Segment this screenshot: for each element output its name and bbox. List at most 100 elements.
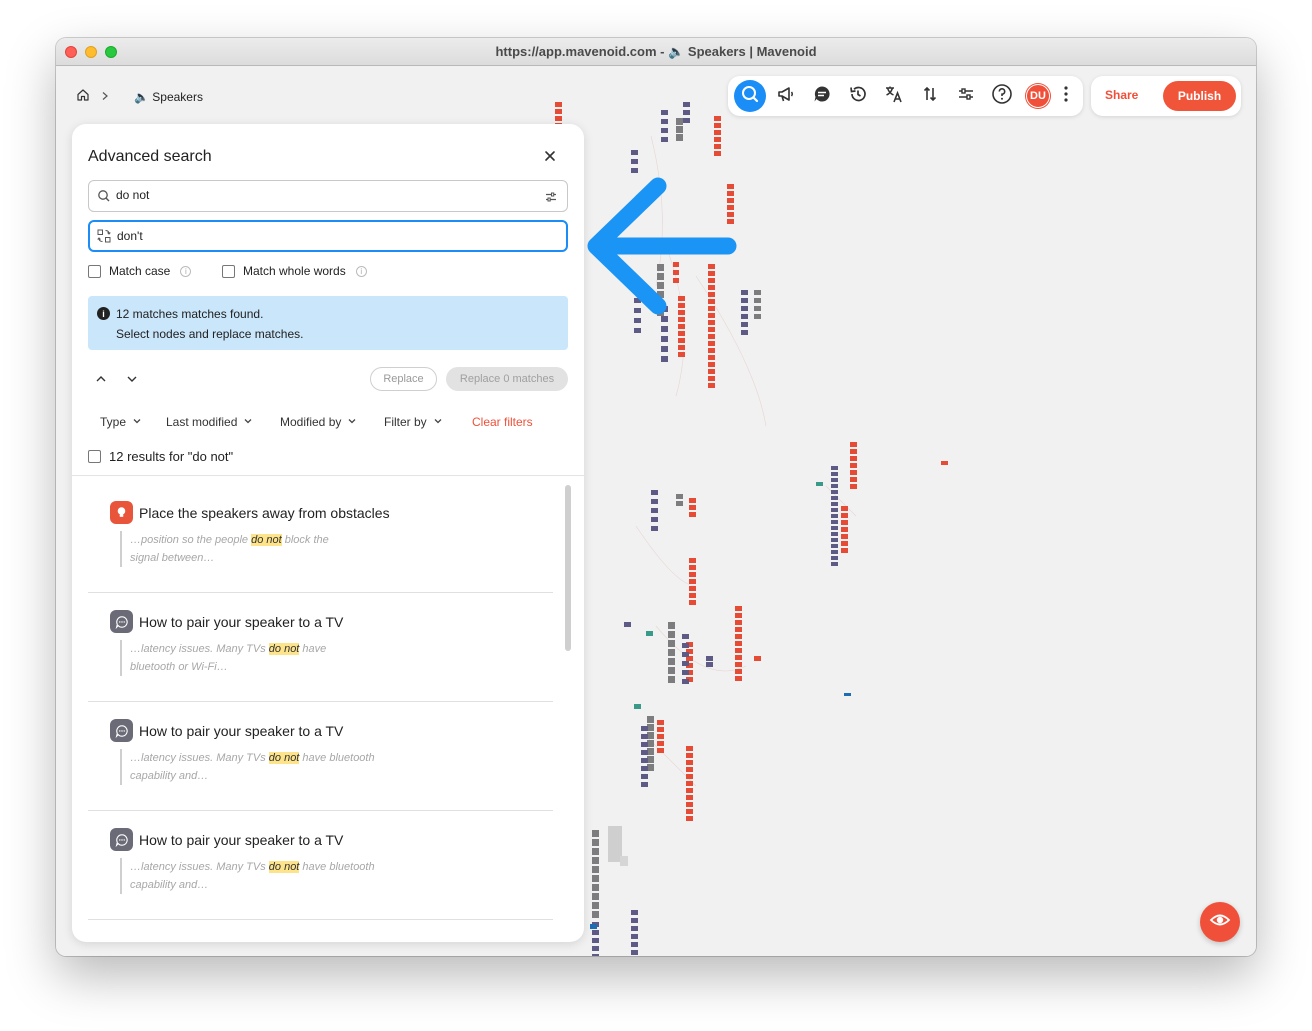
canvas-node[interactable] — [592, 954, 599, 956]
canvas-node[interactable] — [686, 774, 693, 779]
more-options-button[interactable] — [1056, 78, 1076, 114]
canvas-node[interactable] — [850, 463, 857, 468]
previous-match-button[interactable] — [94, 372, 108, 386]
canvas-node[interactable] — [689, 512, 696, 517]
canvas-node[interactable] — [682, 679, 689, 684]
canvas-node[interactable] — [841, 541, 848, 546]
canvas-node[interactable] — [714, 123, 721, 128]
canvas-node[interactable] — [678, 324, 685, 329]
replace-all-button[interactable]: Replace 0 matches — [446, 367, 568, 391]
canvas-node[interactable] — [631, 942, 638, 947]
canvas-node[interactable] — [686, 795, 693, 800]
canvas-node[interactable] — [668, 649, 675, 656]
canvas-node[interactable] — [689, 558, 696, 563]
canvas-node[interactable] — [661, 110, 668, 115]
canvas-node[interactable] — [686, 816, 693, 821]
canvas-node[interactable] — [592, 875, 599, 882]
canvas-node[interactable] — [592, 902, 599, 909]
canvas-node[interactable] — [620, 856, 628, 866]
canvas-node[interactable] — [708, 341, 715, 346]
replace-button[interactable]: Replace — [370, 367, 437, 391]
canvas-node[interactable] — [689, 593, 696, 598]
canvas-node[interactable] — [708, 369, 715, 374]
filter-last-modified[interactable]: Last modified — [166, 415, 253, 429]
canvas-node[interactable] — [631, 934, 638, 939]
canvas-node[interactable] — [657, 734, 664, 739]
canvas-node[interactable] — [631, 910, 638, 915]
canvas-node[interactable] — [941, 461, 948, 465]
user-avatar[interactable]: DU — [1026, 84, 1050, 108]
canvas-node[interactable] — [706, 662, 713, 667]
canvas-node[interactable] — [686, 753, 693, 758]
canvas-node[interactable] — [816, 482, 823, 486]
canvas-node[interactable] — [735, 613, 742, 618]
canvas-node[interactable] — [683, 118, 690, 123]
canvas-node[interactable] — [689, 505, 696, 510]
search-button[interactable] — [734, 80, 766, 112]
info-icon[interactable]: i — [180, 265, 192, 277]
canvas-node[interactable] — [592, 946, 599, 951]
canvas-node[interactable] — [831, 514, 838, 518]
result-item[interactable]: How to pair your speaker to a TV …latency… — [88, 593, 553, 702]
canvas-node[interactable] — [686, 746, 693, 751]
canvas-node[interactable] — [831, 466, 838, 470]
canvas-node[interactable] — [678, 331, 685, 336]
search-field[interactable] — [88, 180, 568, 212]
canvas-node[interactable] — [754, 298, 761, 303]
canvas-node[interactable] — [592, 866, 599, 873]
next-match-button[interactable] — [125, 372, 139, 386]
canvas-node[interactable] — [850, 477, 857, 482]
canvas-node[interactable] — [831, 538, 838, 542]
canvas-node[interactable] — [850, 456, 857, 461]
canvas-node[interactable] — [708, 362, 715, 367]
canvas-node[interactable] — [686, 788, 693, 793]
canvas-node[interactable] — [686, 809, 693, 814]
canvas-node[interactable] — [686, 760, 693, 765]
canvas-node[interactable] — [708, 348, 715, 353]
filter-modified-by[interactable]: Modified by — [280, 415, 357, 429]
select-all-checkbox[interactable] — [88, 450, 101, 463]
canvas-node[interactable] — [631, 150, 638, 155]
canvas-node[interactable] — [641, 750, 648, 755]
canvas-node[interactable] — [641, 742, 648, 747]
publish-button[interactable]: Publish — [1163, 81, 1236, 111]
canvas-node[interactable] — [682, 634, 689, 639]
canvas-node[interactable] — [657, 720, 664, 725]
canvas-node[interactable] — [841, 506, 848, 511]
canvas-node[interactable] — [714, 130, 721, 135]
canvas-node[interactable] — [608, 826, 622, 862]
canvas-node[interactable] — [668, 631, 675, 638]
canvas-node[interactable] — [661, 119, 668, 124]
canvas-node[interactable] — [831, 502, 838, 506]
canvas-node[interactable] — [686, 781, 693, 786]
canvas-node[interactable] — [831, 472, 838, 476]
canvas-node[interactable] — [641, 782, 648, 787]
clear-filters-link[interactable]: Clear filters — [472, 415, 533, 429]
canvas-node[interactable] — [668, 658, 675, 665]
canvas-node[interactable] — [735, 627, 742, 632]
canvas-node[interactable] — [592, 938, 599, 943]
canvas-node[interactable] — [831, 550, 838, 554]
canvas-node[interactable] — [631, 950, 638, 955]
canvas-node[interactable] — [592, 911, 599, 918]
share-button[interactable]: Share — [1105, 88, 1138, 102]
canvas-node[interactable] — [689, 579, 696, 584]
canvas-node[interactable] — [651, 499, 658, 504]
home-icon[interactable] — [76, 88, 90, 105]
canvas-node[interactable] — [735, 641, 742, 646]
canvas-node[interactable] — [624, 622, 631, 627]
canvas-node[interactable] — [631, 159, 638, 164]
canvas-node[interactable] — [741, 330, 748, 335]
canvas-node[interactable] — [631, 926, 638, 931]
canvas-node[interactable] — [754, 290, 761, 295]
canvas-node[interactable] — [647, 732, 654, 739]
canvas-node[interactable] — [651, 526, 658, 531]
canvas-node[interactable] — [682, 670, 689, 675]
canvas-node[interactable] — [668, 667, 675, 674]
canvas-node[interactable] — [592, 893, 599, 900]
canvas-node[interactable] — [850, 449, 857, 454]
canvas-node[interactable] — [647, 764, 654, 771]
canvas-node[interactable] — [850, 442, 857, 447]
canvas-node[interactable] — [661, 346, 668, 352]
canvas-node[interactable] — [735, 662, 742, 667]
